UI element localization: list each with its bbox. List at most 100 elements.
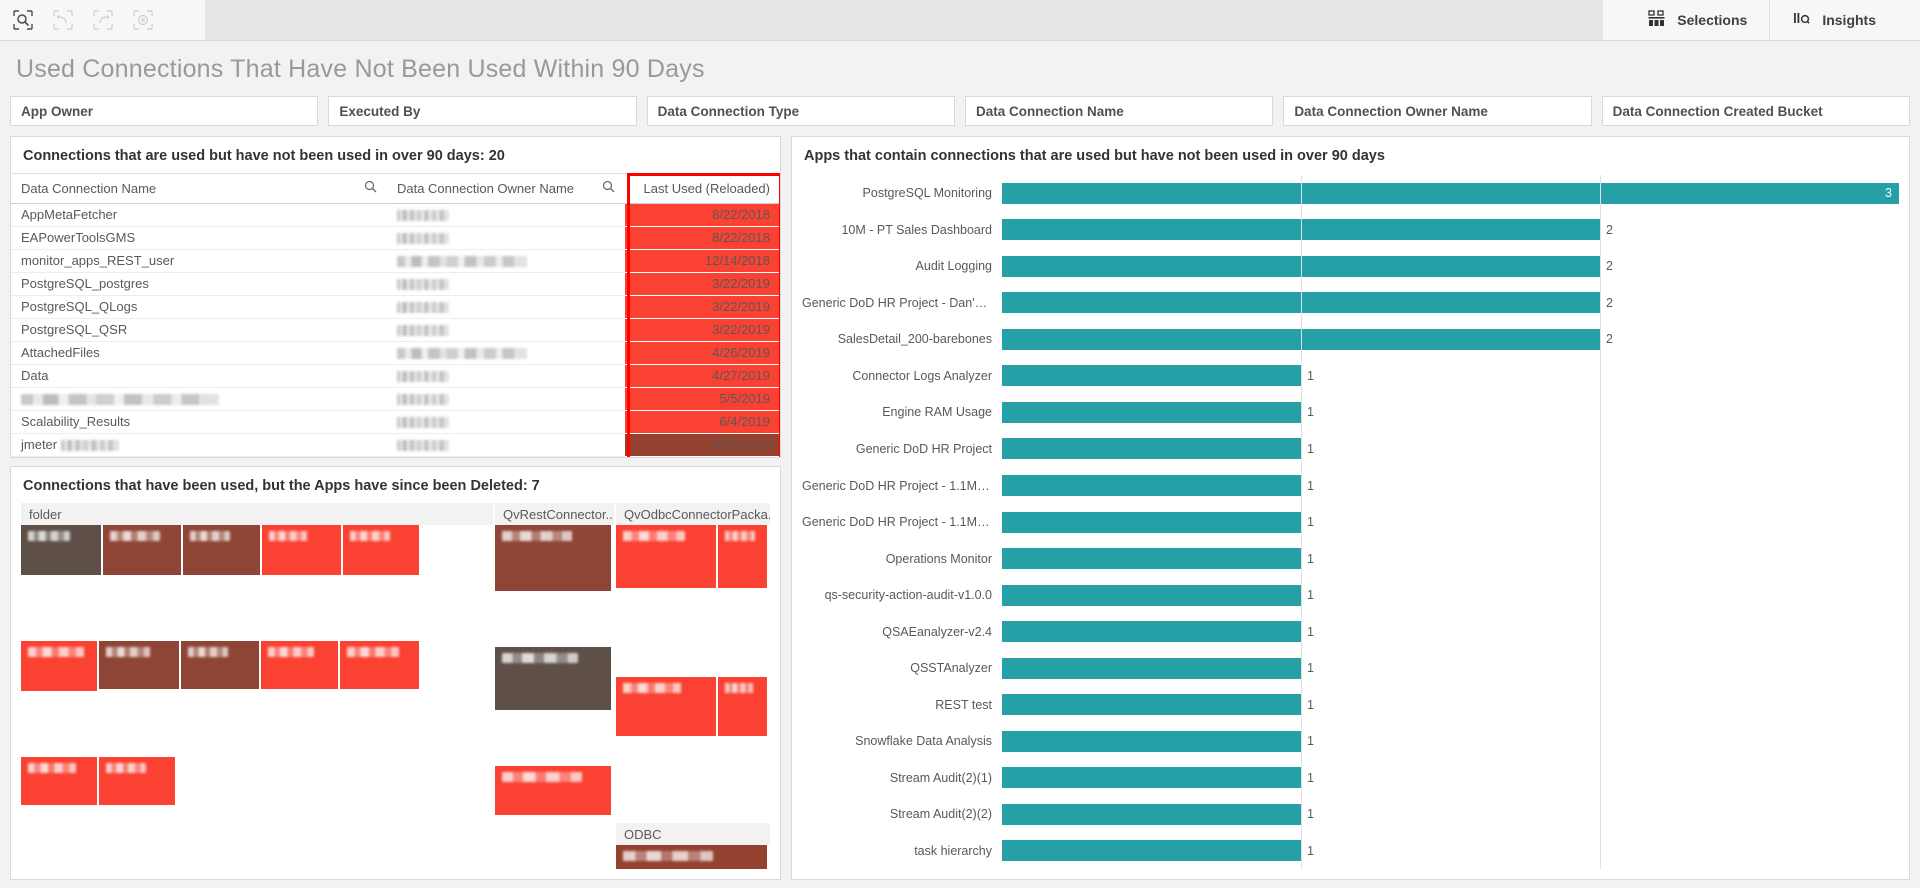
treemap-cell[interactable] — [340, 641, 419, 689]
filter-data-connection-type[interactable]: Data Connection Type — [646, 96, 955, 126]
table-row[interactable]: PostgreSQL_QSR 3/22/2019 — [11, 318, 780, 342]
bar-chart-row[interactable]: Connector Logs Analyzer 1 — [802, 357, 1899, 395]
filter-data-connection-owner-name[interactable]: Data Connection Owner Name — [1283, 96, 1592, 126]
cell-data-connection-name[interactable]: PostgreSQL_QLogs — [11, 295, 387, 319]
treemap-cell[interactable] — [616, 845, 767, 869]
cell-data-connection-owner-name[interactable] — [386, 456, 625, 457]
cell-last-used-date[interactable]: 3/22/2019 — [624, 295, 780, 319]
cell-last-used-date[interactable]: 9/30/2019 — [624, 456, 780, 457]
treemap-cell[interactable] — [261, 641, 338, 689]
bar-chart-row[interactable]: Stream Audit(2)(2) 1 — [802, 796, 1899, 833]
table-row[interactable]: jmeter 9/25/2019 — [11, 433, 780, 457]
cell-last-used-date[interactable]: 5/5/2019 — [624, 387, 780, 411]
bar-chart-row[interactable]: QSAEanalyzer-v2.4 1 — [802, 613, 1899, 650]
table-row[interactable]: Data 4/27/2019 — [11, 364, 780, 388]
bar-chart-row[interactable]: SalesDetail_200-barebones 2 — [802, 321, 1899, 358]
treemap-cell[interactable] — [21, 757, 97, 805]
cell-last-used-date[interactable]: 3/22/2019 — [624, 318, 780, 342]
treemap-cell[interactable] — [718, 525, 767, 588]
bar[interactable] — [1002, 767, 1301, 789]
treemap-cell[interactable] — [495, 647, 611, 710]
cell-data-connection-name[interactable]: jmeter — [11, 433, 387, 457]
cell-last-used-date[interactable]: 4/27/2019 — [624, 364, 780, 388]
column-header-last-used-reloaded[interactable]: Last Used (Reloaded) — [624, 173, 780, 204]
column-header-data-connection-name[interactable]: Data Connection Name — [11, 173, 387, 204]
cell-data-connection-name[interactable]: PostgreSQL_postgres — [11, 272, 387, 296]
treemap-cell[interactable] — [181, 641, 259, 689]
treemap-cell[interactable] — [183, 525, 260, 575]
treemap-cell[interactable] — [616, 525, 716, 588]
treemap-cell[interactable] — [343, 525, 419, 575]
cell-data-connection-name[interactable]: Scalability_Results — [11, 410, 387, 434]
filter-data-connection-created-bucket[interactable]: Data Connection Created Bucket — [1601, 96, 1910, 126]
cell-data-connection-owner-name[interactable] — [386, 295, 625, 319]
cell-data-connection-owner-name[interactable] — [386, 341, 625, 365]
bar[interactable] — [1002, 511, 1301, 533]
table-row[interactable]: monitor_apps_REST_user 12/14/2018 — [11, 249, 780, 273]
cell-data-connection-name[interactable]: PostgreSQL_QSR — [11, 318, 387, 342]
bar-chart-row[interactable]: Generic DoD HR Project - Dan's Version 2 — [802, 284, 1899, 322]
cell-data-connection-owner-name[interactable] — [386, 364, 625, 388]
cell-data-connection-owner-name[interactable] — [386, 318, 625, 342]
bar-chart-row[interactable]: Generic DoD HR Project - 1.1M Sampl... 1 — [802, 467, 1899, 504]
table-row[interactable]: AppMetaFetcher 8/22/2018 — [11, 203, 780, 227]
cell-data-connection-owner-name[interactable] — [386, 433, 625, 457]
bar-chart-row[interactable]: PostgreSQL Monitoring 3 — [802, 175, 1899, 212]
treemap-cell[interactable] — [21, 641, 97, 691]
treemap-cell[interactable] — [616, 677, 716, 736]
bar[interactable] — [1002, 548, 1301, 570]
bar-chart-row[interactable]: Snowflake Data Analysis 1 — [802, 722, 1899, 760]
filter-executed-by[interactable]: Executed By — [328, 96, 637, 126]
bar[interactable] — [1002, 438, 1301, 460]
filter-data-connection-name[interactable]: Data Connection Name — [964, 96, 1274, 126]
treemap-cell[interactable] — [99, 757, 175, 805]
bar-chart-row[interactable]: REST test 1 — [802, 686, 1899, 723]
treemap-cell[interactable] — [103, 525, 181, 575]
bar-chart-row[interactable]: 10M - PT Sales Dashboard 2 — [802, 211, 1899, 249]
table-row[interactable]: PostgreSQL_postgres 3/22/2019 — [11, 272, 780, 296]
bar-chart-row[interactable]: Stream Audit(2)(1) 1 — [802, 759, 1899, 797]
cell-data-connection-owner-name[interactable] — [386, 272, 625, 296]
selection-search-icon[interactable] — [8, 5, 38, 35]
bar-chart-row[interactable]: task hierarchy 1 — [802, 832, 1899, 870]
cell-data-connection-name[interactable]: monitor_apps_REST_user — [11, 249, 387, 273]
cell-data-connection-name[interactable]: Data — [11, 364, 387, 388]
cell-last-used-date[interactable]: 4/26/2019 — [624, 341, 780, 365]
clear-selections-icon[interactable] — [128, 5, 158, 35]
table-row[interactable]: 5/5/2019 — [11, 387, 780, 411]
bar[interactable] — [1002, 803, 1301, 825]
bar-chart-row[interactable]: Audit Logging 2 — [802, 248, 1899, 285]
table-row[interactable]: AttachedFiles 4/26/2019 — [11, 341, 780, 365]
treemap-cell[interactable] — [495, 525, 611, 591]
cell-data-connection-name[interactable]: AppMetaFetcher — [11, 203, 387, 227]
table-row[interactable]: PostgreSQL_QLogs 3/22/2019 — [11, 295, 780, 319]
bar[interactable] — [1002, 840, 1301, 862]
search-icon[interactable] — [364, 180, 377, 196]
treemap-cell[interactable] — [262, 525, 341, 575]
bar[interactable]: 3 — [1002, 182, 1899, 204]
cell-data-connection-name[interactable]: vFolder — [11, 456, 387, 457]
bar[interactable] — [1002, 401, 1301, 423]
treemap-cell[interactable] — [718, 677, 767, 736]
bar-chart-row[interactable]: qs-security-action-audit-v1.0.0 1 — [802, 576, 1899, 614]
table-row[interactable]: Scalability_Results 6/4/2019 — [11, 410, 780, 434]
bar-chart-row[interactable]: Operations Monitor 1 — [802, 540, 1899, 577]
cell-data-connection-name[interactable]: EAPowerToolsGMS — [11, 226, 387, 250]
treemap-cell[interactable] — [21, 525, 101, 575]
cell-last-used-date[interactable]: 12/14/2018 — [624, 249, 780, 273]
treemap-cell[interactable] — [495, 766, 611, 815]
bar[interactable] — [1002, 475, 1301, 497]
step-forward-icon[interactable] — [88, 5, 118, 35]
cell-data-connection-owner-name[interactable] — [386, 387, 625, 411]
search-icon[interactable] — [602, 180, 615, 196]
bar-chart-row[interactable]: Generic DoD HR Project - 1.1M Sampl... 1 — [802, 503, 1899, 541]
cell-last-used-date[interactable]: 3/22/2019 — [624, 272, 780, 296]
insights-button[interactable]: Insights — [1770, 0, 1898, 41]
column-header-data-connection-owner-name[interactable]: Data Connection Owner Name — [386, 173, 625, 204]
bar[interactable] — [1002, 621, 1301, 643]
cell-last-used-date[interactable]: 6/4/2019 — [624, 410, 780, 434]
treemap-cell[interactable] — [99, 641, 179, 689]
bar[interactable] — [1002, 730, 1301, 752]
cell-last-used-date[interactable]: 9/25/2019 — [624, 433, 780, 457]
cell-data-connection-owner-name[interactable] — [386, 203, 625, 227]
